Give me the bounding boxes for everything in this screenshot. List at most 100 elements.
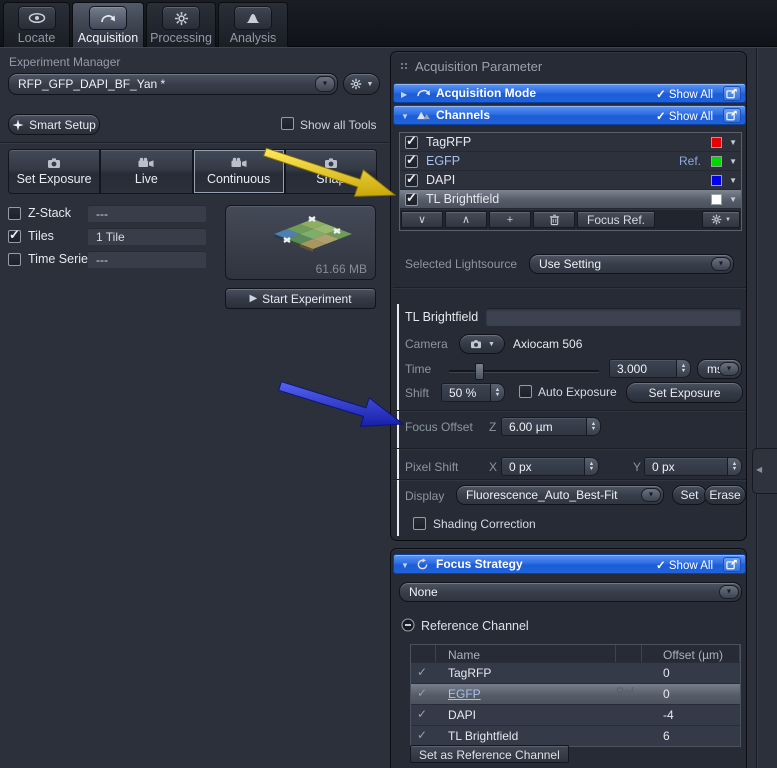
column-name: Name [436,645,616,662]
channel-color-swatch[interactable] [711,194,722,205]
channel-row-egfp[interactable]: EGFP Ref. ▼ [400,152,741,171]
display-select[interactable]: Fluorescence_Auto_Best-Fit [456,485,664,505]
channel-color-swatch[interactable] [711,156,722,167]
auto-exposure-label: Auto Exposure [538,385,617,399]
show-all-tools-checkbox[interactable] [281,117,294,130]
channel-checkbox[interactable] [405,193,418,206]
time-unit-select[interactable]: ms [697,359,742,379]
focus-offset-value[interactable]: 6.00 µm [501,417,586,436]
delete-channel-button[interactable] [533,211,575,228]
continuous-button[interactable]: Continuous [193,149,285,194]
chevron-down-icon[interactable]: ▼ [729,195,737,204]
smart-setup-button[interactable]: Smart Setup [8,114,100,135]
shift-spinner[interactable]: 50 % [441,383,505,402]
display-set-button[interactable]: Set [672,485,707,505]
spinner-arrows-icon[interactable] [490,383,505,402]
channel-checkbox[interactable] [405,155,418,168]
tab-acquisition[interactable]: Acquisition [72,2,144,47]
z-stack-checkbox[interactable] [8,207,21,220]
chevron-down-icon[interactable] [641,488,661,502]
tiles-checkbox[interactable] [8,230,21,243]
experiment-select[interactable]: RFP_GFP_DAPI_BF_Yan * [8,73,338,95]
chevron-down-icon[interactable]: ▼ [729,138,737,147]
channel-name-input[interactable] [486,308,741,326]
time-series-checkbox[interactable] [8,253,21,266]
chevron-down-icon[interactable] [719,362,739,376]
chevron-down-icon[interactable] [315,76,335,92]
expanded-arrow-icon[interactable]: ▼ [401,561,409,570]
channel-checkbox[interactable] [405,136,418,149]
show-all-toggle[interactable]: Show All [656,87,713,101]
lightsource-label: Selected Lightsource [405,257,517,271]
set-exposure-button[interactable]: Set Exposure [8,149,100,194]
tab-analysis[interactable]: Analysis [218,2,288,47]
undock-icon[interactable] [723,86,741,101]
show-all-toggle[interactable]: Show All [656,109,713,123]
chevron-down-icon[interactable] [719,585,739,599]
lightsource-select[interactable]: Use Setting [529,254,734,274]
trash-icon [549,214,560,226]
live-button[interactable]: Live [100,149,192,194]
pixel-y-value[interactable]: 0 px [644,457,727,476]
pixel-x-value[interactable]: 0 px [501,457,584,476]
acquisition-mode-header[interactable]: ▶ Acquisition Mode Show All [393,83,746,103]
focus-strategy-select[interactable]: None [399,582,742,602]
channel-row-tagrfp[interactable]: TagRFP ▼ [400,133,741,152]
spinner-arrows-icon[interactable] [584,457,599,476]
section-title: Acquisition Mode [436,86,536,100]
collapse-circle-icon[interactable] [401,618,415,632]
experiment-options-button[interactable]: ▼ [343,73,380,95]
set-as-reference-channel-button[interactable]: Set as Reference Channel [410,745,569,763]
check-icon: ✓ [417,707,427,721]
add-channel-button[interactable]: + [489,211,531,228]
channel-color-swatch[interactable] [711,175,722,186]
spinner-arrows-icon[interactable] [586,417,601,436]
time-slider-track[interactable] [449,370,599,372]
collapsed-arrow-icon[interactable]: ▶ [401,90,407,99]
pixel-y-spinner[interactable]: 0 px [644,457,742,476]
shading-correction-checkbox[interactable] [413,517,426,530]
focus-offset-spinner[interactable]: 6.00 µm [501,417,601,436]
experiment-manager-label: Experiment Manager [9,55,120,69]
shift-value[interactable]: 50 % [441,383,490,402]
pixel-x-spinner[interactable]: 0 px [501,457,599,476]
tab-processing[interactable]: Processing [146,2,216,47]
spinner-arrows-icon[interactable] [676,359,691,378]
camera-select-button[interactable]: ▼ [459,334,505,354]
channel-color-swatch[interactable] [711,137,722,148]
spinner-arrows-icon[interactable] [727,457,742,476]
move-channel-up-button[interactable]: ∧ [445,211,487,228]
panel-collapse-handle[interactable] [752,448,777,494]
reference-row-egfp[interactable]: ✓ EGFP Ref. 0 [411,683,740,704]
display-erase-button[interactable]: Erase [704,485,746,505]
focus-strategy-header[interactable]: ▼ Focus Strategy Show All [393,554,746,574]
chevron-down-icon[interactable]: ▼ [729,157,737,166]
panel-splitter[interactable] [756,48,757,768]
channel-options-button[interactable]: ▼ [702,211,740,228]
move-channel-down-button[interactable]: ∨ [401,211,443,228]
time-slider-handle[interactable] [475,363,484,380]
reference-row-tagrfp[interactable]: ✓ TagRFP 0 [411,662,740,683]
auto-exposure-checkbox[interactable] [519,385,532,398]
show-all-toggle[interactable]: Show All [656,558,713,572]
undock-icon[interactable] [723,108,741,123]
channel-row-tl-brightfield[interactable]: TL Brightfield ▼ [400,190,741,209]
sparkle-icon [12,119,24,131]
chevron-down-icon[interactable]: ▼ [729,176,737,185]
tab-locate[interactable]: Locate [3,2,70,47]
snap-button[interactable]: Snap [285,149,377,194]
focus-ref-button[interactable]: Focus Ref. [577,211,655,228]
channels-header[interactable]: ▼ Channels Show All [393,105,746,125]
time-spinner[interactable]: 3.000 [609,359,691,378]
channel-row-dapi[interactable]: DAPI ▼ [400,171,741,190]
undock-icon[interactable] [723,557,741,572]
time-value[interactable]: 3.000 [609,359,676,378]
reference-row-dapi[interactable]: ✓ DAPI -4 [411,704,740,725]
reference-row-tl-brightfield[interactable]: ✓ TL Brightfield 6 [411,725,740,746]
set-exposure-small-button[interactable]: Set Exposure [626,382,743,403]
channel-checkbox[interactable] [405,174,418,187]
start-experiment-button[interactable]: ▶ Start Experiment [225,288,376,309]
expanded-arrow-icon[interactable]: ▼ [401,112,409,121]
curved-arrow-icon [416,87,431,98]
chevron-down-icon[interactable] [711,257,731,271]
